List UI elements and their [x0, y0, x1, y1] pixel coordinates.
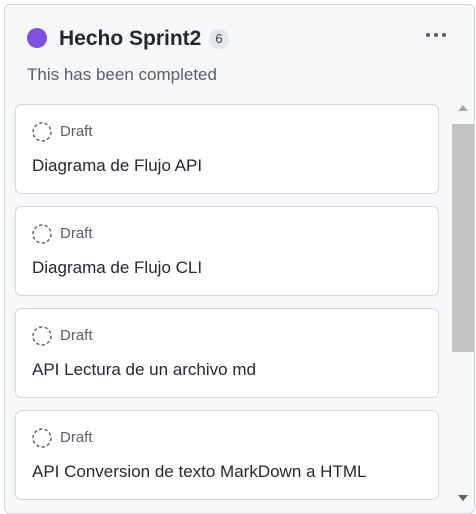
kebab-horizontal-icon — [426, 33, 430, 37]
draft-circle-icon — [32, 224, 52, 244]
card-status-label: Draft — [60, 327, 93, 344]
scroll-thumb[interactable] — [452, 124, 474, 352]
item-count-badge: 6 — [209, 29, 229, 49]
card-item[interactable]: Draft API Conversion de texto MarkDown a… — [15, 410, 439, 500]
column-title: Hecho Sprint2 — [59, 27, 202, 50]
card-status-label: Draft — [60, 429, 93, 446]
card-title[interactable]: API Conversion de texto MarkDown a HTML — [32, 461, 366, 483]
card-item[interactable]: Draft Diagrama de Flujo API — [15, 104, 439, 194]
card-status-label: Draft — [60, 225, 93, 242]
scroll-up-arrow-icon[interactable] — [458, 105, 468, 111]
card-status-label: Draft — [60, 123, 93, 140]
column-scrollbar[interactable] — [452, 101, 474, 511]
draft-circle-icon — [32, 326, 52, 346]
scroll-down-arrow-icon[interactable] — [458, 495, 468, 501]
column-header: Hecho Sprint2 6 This has been completed — [5, 5, 474, 97]
draft-circle-icon — [32, 122, 52, 142]
column-description: This has been completed — [27, 65, 217, 84]
column-menu-button[interactable] — [418, 23, 454, 47]
card-item[interactable]: Draft API Lectura de un archivo md — [15, 308, 439, 398]
card-item[interactable]: Draft Diagrama de Flujo CLI — [15, 206, 439, 296]
draft-circle-icon — [32, 428, 52, 448]
card-title[interactable]: API Lectura de un archivo md — [32, 359, 256, 381]
card-title[interactable]: Diagrama de Flujo CLI — [32, 257, 202, 279]
board-column: Hecho Sprint2 6 This has been completed … — [4, 4, 475, 514]
column-status-dot — [27, 28, 47, 48]
card-title[interactable]: Diagrama de Flujo API — [32, 155, 202, 177]
